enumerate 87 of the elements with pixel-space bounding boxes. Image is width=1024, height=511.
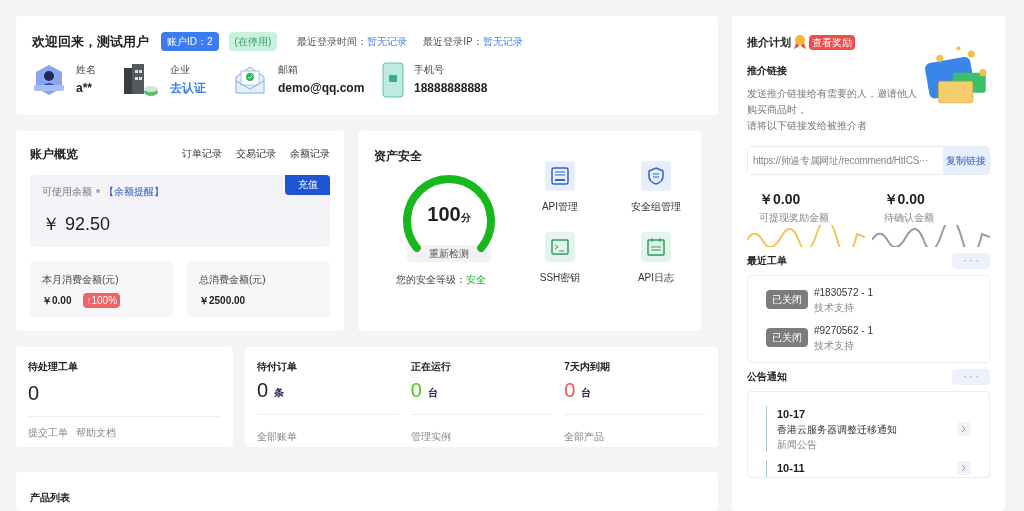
calendar-log-icon[interactable] (641, 231, 671, 262)
more-button[interactable]: · · · (952, 252, 990, 269)
stat-value: ￥2500.00 (199, 293, 246, 308)
summary-count: 0 (564, 378, 576, 403)
section-title: 最近工单 (747, 254, 787, 268)
balance-amount: ￥ 92.50 (42, 212, 112, 236)
card-title: 推介计划 (747, 35, 791, 50)
summary-link[interactable]: 全部账单 (257, 431, 297, 443)
amount-value: ￥0.00 (882, 189, 926, 209)
card-title: 产品列表 (30, 492, 70, 504)
balance-label: 可使用余额 (42, 184, 92, 199)
medal-icon (793, 34, 807, 51)
status-tag: 已关闭 (766, 290, 808, 309)
profile-label: 企业 (170, 63, 191, 77)
profile-value: demo@qq.com (278, 80, 365, 97)
user-badge-icon (32, 62, 66, 97)
ticket-number[interactable]: #1830572 - 1 (814, 284, 873, 300)
tool-label: API管理 (541, 199, 579, 214)
amount-value: ￥0.00 (758, 189, 802, 209)
description-line: 请将以下链接发给被推介者 (747, 118, 868, 133)
copy-link-button[interactable]: 复制链接 (943, 146, 989, 174)
security-grade: 您的安全等级：安全 (396, 272, 487, 287)
ticket-link[interactable]: 帮助文档 (76, 425, 116, 441)
ticket-category: 技术支持 (814, 338, 855, 353)
amount-label: 可提现奖励金额 (758, 210, 830, 225)
description-line: 购买商品时， (747, 102, 808, 117)
summary-count: 0 (410, 378, 422, 403)
notice-title[interactable]: 香港云服务器调整迁移通知 (777, 422, 957, 437)
status-badge: (在停用) (228, 32, 278, 52)
phone-icon (382, 61, 404, 98)
card-title: 账户概览 (30, 145, 78, 163)
section-title: 公告通知 (747, 370, 787, 384)
more-button[interactable]: · · · (952, 368, 990, 385)
ticket-count: 0 (28, 381, 41, 407)
summary-unit: 台 (427, 386, 438, 401)
api-settings-icon[interactable] (545, 160, 575, 191)
profile-label: 姓名 (76, 63, 96, 77)
tool-label: SSH密钥 (539, 270, 581, 285)
card-title: 资产安全 (374, 147, 423, 165)
account-id-badge: 账户ID：2 (161, 32, 219, 52)
record-link[interactable]: 订单记录 (182, 146, 222, 162)
growth-badge: ↑100% (83, 292, 121, 308)
profile-value: a** (76, 80, 93, 97)
status-tag: 已关闭 (766, 328, 808, 347)
tool-label: 安全组管理 (631, 199, 681, 214)
notice-date: 10-11 (777, 461, 806, 476)
summary-count: 0 (257, 378, 269, 403)
tool-label: API日志 (637, 270, 675, 285)
last-login-time: 最近登录时间：暂无记录 (297, 35, 408, 50)
last-login-ip: 最近登录IP：暂无记录 (423, 35, 523, 50)
summary-title: 待付订单 (257, 360, 298, 375)
notice-category: 新闻公告 (777, 438, 818, 452)
chevron-icon[interactable] (957, 421, 971, 436)
ticket-number[interactable]: #9270562 - 1 (814, 322, 873, 338)
summary-unit: 条 (274, 386, 285, 401)
stat-label: 本月消费金额(元) (42, 272, 120, 287)
section-title: 推介链接 (747, 63, 788, 78)
record-link[interactable]: 交易记录 (236, 146, 276, 162)
profile-label: 邮箱 (278, 63, 299, 77)
card-title: 待处理工单 (28, 360, 79, 375)
shield-icon[interactable] (641, 160, 671, 191)
ticket-link[interactable]: 提交工单 (28, 425, 68, 441)
chevron-icon[interactable] (957, 461, 971, 476)
balance-reminder-link[interactable]: 【余额提醒】 (104, 183, 164, 199)
profile-value: 18888888888 (414, 80, 488, 97)
record-link[interactable]: 余额记录 (290, 146, 330, 162)
security-score: 100分 (427, 201, 471, 227)
dot-icon (96, 189, 100, 194)
summary-title: 7天内到期 (564, 360, 611, 375)
stat-value: ￥0.00 (42, 293, 72, 308)
stat-label: 总消费金额(元) (199, 272, 267, 287)
welcome-title: 欢迎回来，测试用户 (32, 33, 149, 51)
summary-title: 正在运行 (410, 360, 452, 375)
ticket-category: 技术支持 (814, 300, 855, 315)
summary-link[interactable]: 管理实例 (410, 431, 451, 443)
profile-label: 手机号 (414, 63, 445, 77)
terminal-icon[interactable] (545, 231, 575, 262)
summary-link[interactable]: 全部产品 (564, 431, 605, 443)
description-line: 发送推介链接给有需要的人，邀请他人 (747, 86, 918, 101)
recharge-button[interactable]: 充值 (285, 174, 330, 195)
referral-link-field[interactable]: https://帅逼专属网址/recommend/HtICS··· 复制链接 (747, 145, 990, 175)
amount-label: 待确认金额 (882, 210, 935, 225)
reward-badge[interactable]: 查看奖励 (809, 34, 855, 50)
verify-link[interactable]: 去认证 (170, 79, 206, 97)
summary-unit: 台 (581, 386, 592, 401)
notice-date: 10-17 (777, 406, 807, 422)
recheck-button[interactable]: 重新检测 (407, 244, 491, 262)
